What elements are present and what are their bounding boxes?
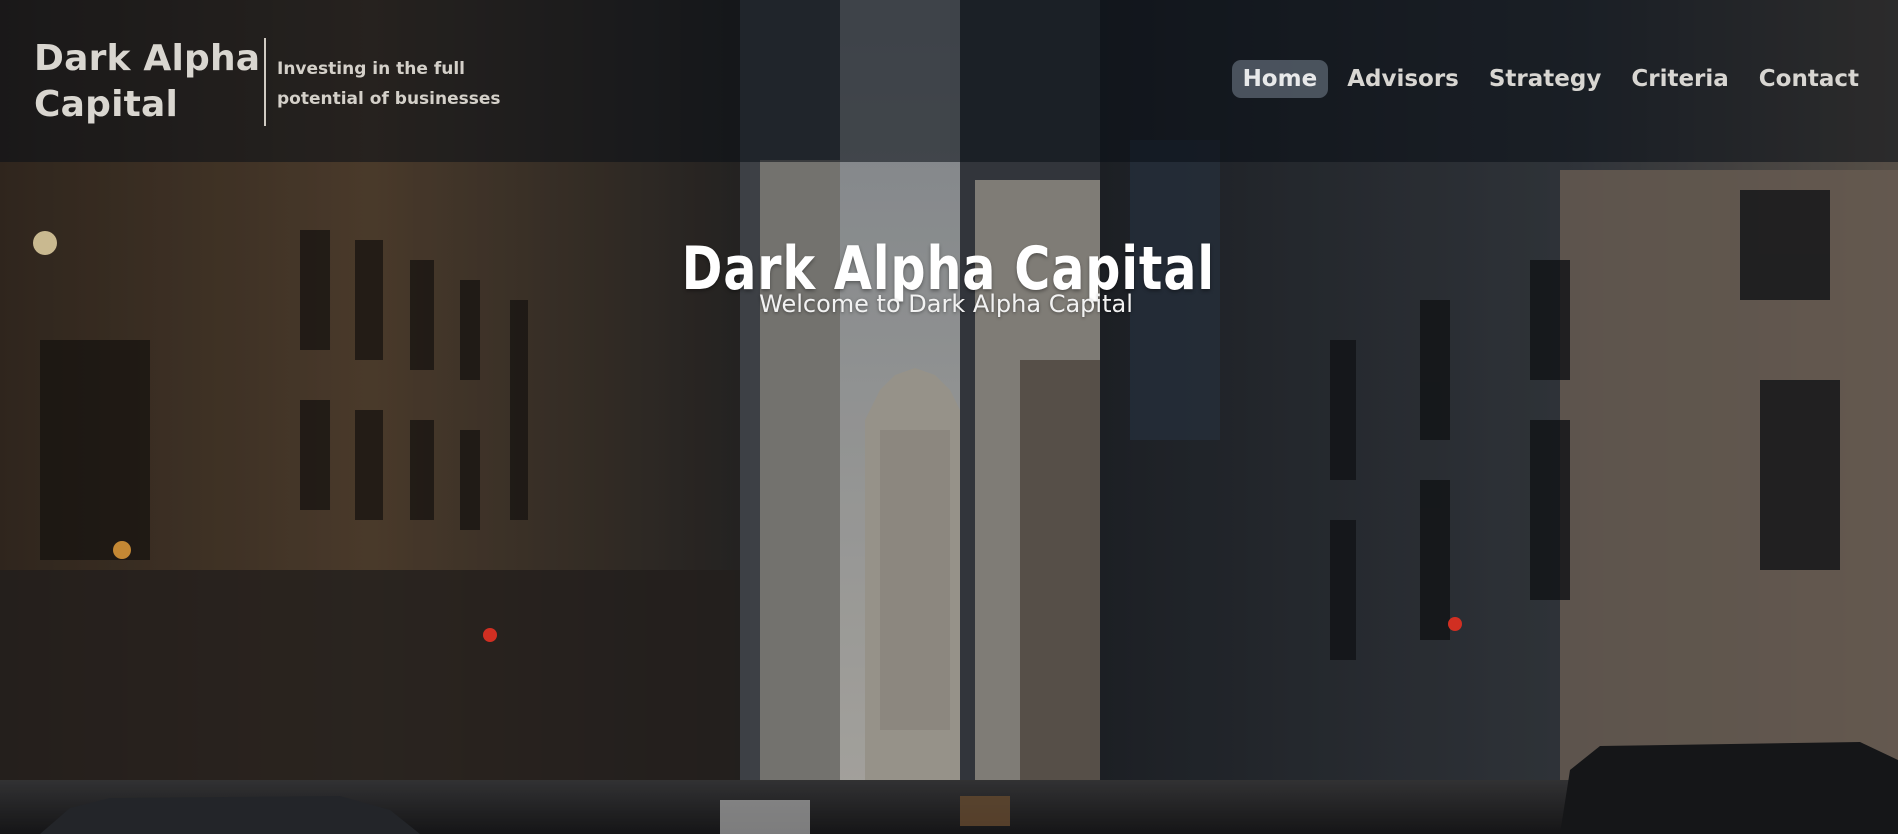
main-nav: Home Advisors Strategy Criteria Contact bbox=[1231, 60, 1870, 98]
nav-contact[interactable]: Contact bbox=[1748, 60, 1870, 98]
hero-subtitle: Welcome to Dark Alpha Capital bbox=[759, 290, 1133, 318]
brand-divider bbox=[264, 38, 266, 126]
nav-advisors[interactable]: Advisors bbox=[1336, 60, 1470, 98]
nav-strategy[interactable]: Strategy bbox=[1478, 60, 1612, 98]
brand-logo[interactable]: Dark Alpha Capital bbox=[34, 36, 264, 128]
nav-home[interactable]: Home bbox=[1231, 60, 1329, 98]
nav-criteria[interactable]: Criteria bbox=[1620, 60, 1739, 98]
hero-section: Dark Alpha Capital Investing in the full… bbox=[0, 0, 1898, 834]
site-header: Dark Alpha Capital Investing in the full… bbox=[0, 0, 1898, 162]
brand-tagline: Investing in the full potential of busin… bbox=[277, 59, 501, 109]
